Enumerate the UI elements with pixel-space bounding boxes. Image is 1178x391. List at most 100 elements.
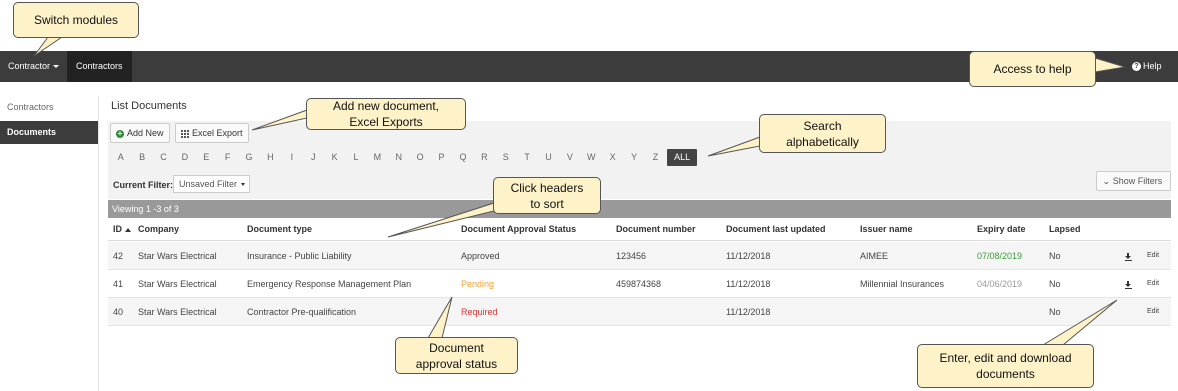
cell-issuer-name: AIMEE — [860, 251, 889, 261]
column-header-id[interactable]: ID — [113, 218, 131, 241]
letter-filter-e[interactable]: E — [196, 149, 217, 166]
help-dropdown[interactable]: ? Help — [1124, 51, 1178, 100]
excel-export-button[interactable]: Excel Export — [175, 123, 249, 143]
letter-filter-y[interactable]: Y — [623, 149, 644, 166]
cell-last-updated: 11/12/2018 — [726, 307, 771, 317]
letter-filter-d[interactable]: D — [174, 149, 195, 166]
current-filter-label: Current Filter: — [113, 180, 174, 190]
letter-filter-s[interactable]: S — [495, 149, 516, 166]
edit-link[interactable]: Edit — [1147, 270, 1159, 298]
download-button[interactable] — [1125, 242, 1132, 270]
cell-lapsed: No — [1049, 279, 1061, 289]
column-header-expiry-date[interactable]: Expiry date — [977, 218, 1026, 241]
letter-filter-t[interactable]: T — [516, 149, 537, 166]
grid-icon — [181, 129, 189, 138]
column-header-label: Document Approval Status — [461, 224, 577, 234]
column-header-label: ID — [113, 224, 122, 234]
cell-expiry-date: 07/08/2019 — [977, 251, 1023, 261]
help-label: Help — [1143, 61, 1162, 71]
cell-document-type: Contractor Pre-qualification — [247, 307, 357, 317]
current-filter-value: Unsaved Filter — [179, 179, 238, 189]
column-header-label: Document last updated — [726, 224, 826, 234]
cell-approval-status: Required — [461, 307, 498, 317]
letter-filter-l[interactable]: L — [345, 149, 366, 166]
sidebar-divider — [98, 96, 99, 391]
letter-filter-k[interactable]: K — [324, 149, 345, 166]
cell-company: Star Wars Electrical — [138, 251, 217, 261]
letter-filter-a[interactable]: A — [110, 149, 131, 166]
cell-issuer-name: Millennial Insurances — [860, 279, 945, 289]
callout-search-alphabetically: Search alphabetically — [759, 114, 886, 153]
column-header-label: Issuer name — [860, 224, 913, 234]
cell-approval-status: Pending — [461, 279, 495, 289]
letter-filter-h[interactable]: H — [260, 149, 281, 166]
current-filter-select[interactable]: Unsaved Filter — [173, 175, 250, 193]
cell-last-updated: 11/12/2018 — [726, 251, 771, 261]
letter-filter-w[interactable]: W — [581, 149, 602, 166]
sidebar-item-contractors[interactable]: Contractors — [0, 96, 98, 119]
add-new-button[interactable]: + Add New — [110, 123, 170, 143]
letter-filter-r[interactable]: R — [474, 149, 495, 166]
letter-filter-x[interactable]: X — [602, 149, 623, 166]
cell-id: 41 — [113, 279, 124, 289]
cell-last-updated: 11/12/2018 — [726, 279, 771, 289]
sort-ascending-icon — [125, 227, 131, 232]
cell-approval-status: Approved — [461, 251, 500, 261]
edit-link[interactable]: Edit — [1147, 242, 1159, 270]
callout-add-new-document: Add new document, Excel Exports — [306, 98, 466, 130]
callout-access-help: Access to help — [969, 51, 1096, 87]
question-circle-icon: ? — [1132, 62, 1141, 72]
callout-approval-status: Document approval status — [395, 337, 518, 374]
letter-filter-o[interactable]: O — [409, 149, 430, 166]
results-count-text: Viewing 1 -3 of 3 — [112, 204, 179, 214]
caret-down-icon — [1135, 96, 1141, 100]
column-header-label: Expiry date — [977, 224, 1026, 234]
show-filters-button[interactable]: ⌄ Show Filters — [1096, 171, 1171, 191]
table-row[interactable]: 42 Star Wars Electrical Insurance - Publ… — [108, 242, 1171, 270]
column-header-document-type[interactable]: Document type — [247, 218, 312, 241]
letter-filter-n[interactable]: N — [388, 149, 409, 166]
caret-down-icon — [241, 183, 245, 186]
sidebar-item-documents[interactable]: Documents — [0, 121, 98, 144]
letter-filter-u[interactable]: U — [538, 149, 559, 166]
callout-enter-edit-download: Enter, edit and download documents — [917, 344, 1094, 388]
letter-filter-p[interactable]: P — [431, 149, 452, 166]
column-header-document-number[interactable]: Document number — [616, 218, 696, 241]
column-header-issuer-name[interactable]: Issuer name — [860, 218, 913, 241]
table-row[interactable]: 40 Star Wars Electrical Contractor Pre-q… — [108, 298, 1171, 326]
plus-circle-icon: + — [116, 128, 124, 138]
column-header-company[interactable]: Company — [138, 218, 179, 241]
letter-filter-j[interactable]: J — [303, 149, 324, 166]
module-switcher-dropdown[interactable]: Contractor — [0, 51, 67, 82]
letter-filter-b[interactable]: B — [131, 149, 152, 166]
cell-id: 42 — [113, 251, 124, 261]
letter-filter-z[interactable]: Z — [645, 149, 666, 166]
column-header-label: Document type — [247, 224, 313, 234]
column-header-last-updated[interactable]: Document last updated — [726, 218, 826, 241]
column-header-label: Lapsed — [1049, 224, 1081, 234]
alphabet-filter: A B C D E F G H I J K L M N O P Q R S T … — [110, 149, 698, 166]
column-header-label: Company — [138, 224, 180, 234]
table-row[interactable]: 41 Star Wars Electrical Emergency Respon… — [108, 270, 1171, 298]
cell-expiry-date: 04/06/2019 — [977, 279, 1023, 289]
letter-filter-m[interactable]: M — [367, 149, 388, 166]
nav-tab-contractors[interactable]: Contractors — [67, 51, 132, 82]
letter-filter-q[interactable]: Q — [452, 149, 473, 166]
page-title: List Documents — [111, 100, 187, 112]
column-header-approval-status[interactable]: Document Approval Status — [461, 218, 576, 241]
column-header-label: Document number — [616, 224, 696, 234]
letter-filter-g[interactable]: G — [238, 149, 259, 166]
chevron-down-icon: ⌄ — [1101, 177, 1111, 186]
letter-filter-f[interactable]: F — [217, 149, 238, 166]
letter-filter-c[interactable]: C — [153, 149, 174, 166]
sidebar-item-label: Documents — [7, 127, 57, 137]
cell-id: 40 — [113, 307, 124, 317]
letter-filter-v[interactable]: V — [559, 149, 580, 166]
edit-link[interactable]: Edit — [1147, 298, 1159, 326]
column-header-lapsed[interactable]: Lapsed — [1049, 218, 1081, 241]
letter-filter-all[interactable]: ALL — [667, 149, 698, 166]
results-count-bar: Viewing 1 -3 of 3 — [108, 200, 1171, 218]
download-button[interactable] — [1125, 270, 1132, 298]
cell-lapsed: No — [1049, 307, 1061, 317]
letter-filter-i[interactable]: I — [281, 149, 302, 166]
